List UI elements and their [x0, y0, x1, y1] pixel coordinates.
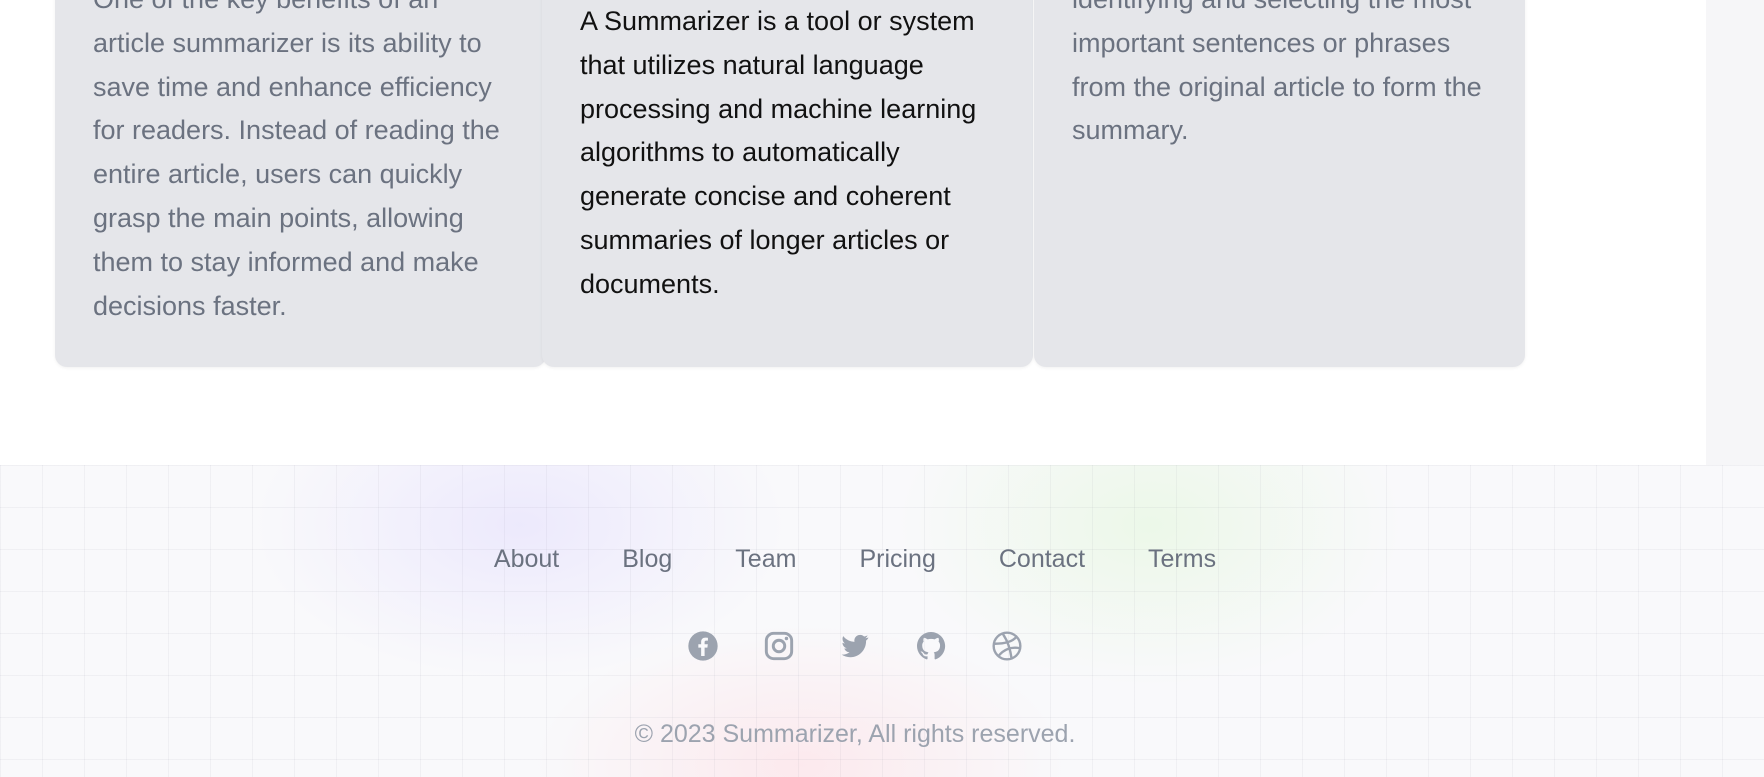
- feature-card-benefits: One of the key benefits of an article su…: [55, 0, 546, 367]
- footer-link-team[interactable]: Team: [735, 545, 796, 574]
- github-icon[interactable]: [915, 630, 947, 662]
- footer-link-about[interactable]: About: [494, 545, 559, 574]
- feature-card-extraction: identifying and selecting the most impor…: [1034, 0, 1525, 367]
- footer-nav: About Blog Team Pricing Contact Terms: [0, 545, 1710, 574]
- footer-link-terms[interactable]: Terms: [1148, 545, 1216, 574]
- dribbble-icon[interactable]: [991, 630, 1023, 662]
- card-text: identifying and selecting the most impor…: [1072, 0, 1482, 146]
- facebook-icon[interactable]: [687, 630, 719, 662]
- footer-link-pricing[interactable]: Pricing: [859, 545, 935, 574]
- page: One of the key benefits of an article su…: [0, 0, 1764, 777]
- footer-link-contact[interactable]: Contact: [999, 545, 1085, 574]
- feature-card-definition: A Summarizer is a tool or system that ut…: [542, 0, 1033, 367]
- card-text: One of the key benefits of an article su…: [93, 0, 500, 321]
- card-text: A Summarizer is a tool or system that ut…: [580, 6, 977, 299]
- instagram-icon[interactable]: [763, 630, 795, 662]
- site-footer: About Blog Team Pricing Contact Terms © …: [0, 465, 1764, 777]
- features-section: One of the key benefits of an article su…: [6, 0, 1706, 465]
- copyright-text: © 2023 Summarizer, All rights reserved.: [634, 720, 1076, 748]
- twitter-icon[interactable]: [839, 630, 871, 662]
- footer-link-blog[interactable]: Blog: [622, 545, 672, 574]
- social-links: [0, 630, 1710, 662]
